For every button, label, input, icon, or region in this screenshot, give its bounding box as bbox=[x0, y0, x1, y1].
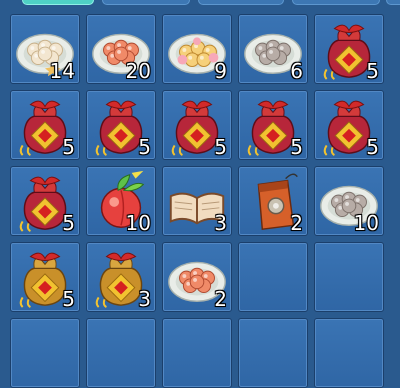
item-count: 5 bbox=[62, 287, 75, 311]
inventory-slot[interactable]: 5 bbox=[162, 90, 232, 160]
empty-inventory-slot[interactable] bbox=[238, 242, 308, 312]
item-count: 20 bbox=[125, 59, 151, 83]
inventory-slot[interactable]: 3 bbox=[162, 166, 232, 236]
item-count: 14 bbox=[49, 59, 75, 83]
inventory-slot[interactable]: 5 bbox=[314, 14, 384, 84]
empty-inventory-slot[interactable] bbox=[314, 318, 384, 388]
item-count: 2 bbox=[290, 211, 303, 235]
item-count: 2 bbox=[214, 287, 227, 311]
inventory-slot[interactable]: 14 bbox=[10, 14, 80, 84]
item-count: 9 bbox=[214, 59, 227, 83]
inventory-slot[interactable]: 2 bbox=[238, 166, 308, 236]
item-count: 5 bbox=[290, 135, 303, 159]
item-count: 5 bbox=[366, 135, 379, 159]
empty-inventory-slot[interactable] bbox=[86, 318, 156, 388]
empty-inventory-slot[interactable] bbox=[314, 242, 384, 312]
empty-inventory-slot[interactable] bbox=[238, 318, 308, 388]
inventory-slot[interactable]: 5 bbox=[10, 90, 80, 160]
item-count: 5 bbox=[62, 211, 75, 235]
inventory-slot[interactable]: 5 bbox=[314, 90, 384, 160]
inventory-slot[interactable]: 2 bbox=[162, 242, 232, 312]
inventory-slot[interactable]: 9 bbox=[162, 14, 232, 84]
empty-inventory-slot[interactable] bbox=[10, 318, 80, 388]
item-count: 10 bbox=[353, 211, 379, 235]
inventory-slot[interactable]: 20 bbox=[86, 14, 156, 84]
inventory-slot[interactable]: 5 bbox=[10, 242, 80, 312]
inventory-slot[interactable]: 10 bbox=[314, 166, 384, 236]
inventory-slot[interactable]: 5 bbox=[86, 90, 156, 160]
inventory-slot[interactable]: 10 bbox=[86, 166, 156, 236]
item-count: 5 bbox=[62, 135, 75, 159]
empty-inventory-slot[interactable] bbox=[162, 318, 232, 388]
item-count: 3 bbox=[214, 211, 227, 235]
inventory-slot[interactable]: 5 bbox=[10, 166, 80, 236]
inventory-slot[interactable]: 3 bbox=[86, 242, 156, 312]
inventory-grid: 14 20 9 6 5 5 5 5 5 5 5 10 3 2 10 5 3 2 bbox=[0, 0, 400, 388]
item-count: 3 bbox=[138, 287, 151, 311]
item-count: 5 bbox=[138, 135, 151, 159]
item-count: 5 bbox=[214, 135, 227, 159]
item-count: 6 bbox=[290, 59, 303, 83]
inventory-slot[interactable]: 5 bbox=[238, 90, 308, 160]
item-count: 10 bbox=[125, 211, 151, 235]
item-count: 5 bbox=[366, 59, 379, 83]
inventory-slot[interactable]: 6 bbox=[238, 14, 308, 84]
